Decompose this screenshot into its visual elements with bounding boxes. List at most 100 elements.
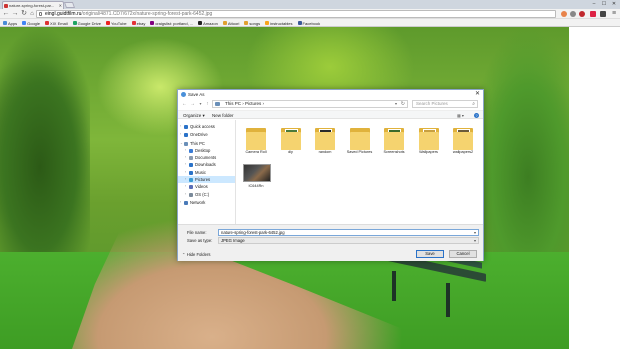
bookmark-item[interactable]: YouTube [105,19,127,27]
dialog-breadcrumb: This PC › Pictures › [225,101,265,106]
address-dropdown-icon[interactable]: ▾ [395,101,397,107]
new-folder-button[interactable]: New folder [212,111,234,120]
back-icon[interactable]: ← [2,10,10,18]
save-type-select[interactable]: JPEG Image ▾ [218,237,479,244]
sidebar-item[interactable]: › Desktop [178,147,235,154]
expand-chevron-icon[interactable]: › [180,123,181,130]
folder-item[interactable]: Saved Pictures [343,124,377,164]
dialog-forward-icon[interactable]: → [189,100,196,108]
folder-item[interactable]: Wallpapers [412,124,446,164]
dialog-back-icon[interactable]: ← [181,100,188,108]
new-tab-button[interactable] [63,2,76,8]
folder-item[interactable]: Screenshots [377,124,411,164]
screen: nature-spring-forest-par... ✕ – ☐ ✕ ← → … [0,0,620,349]
window-close-icon[interactable]: ✕ [610,1,618,7]
cast-icon[interactable] [600,11,606,17]
dialog-close-icon[interactable]: ✕ [475,90,480,99]
photo-bench-leg [446,283,450,317]
bookmark-item[interactable]: Facebook [297,19,320,27]
bookmark-item[interactable]: ebay [131,19,145,27]
expand-chevron-icon[interactable]: › [185,154,186,161]
bookmark-item[interactable]: Apps [3,19,17,27]
expand-chevron-icon[interactable]: ⌄ [180,140,183,147]
expand-chevron-icon[interactable]: › [180,199,181,206]
bookmark-item[interactable]: Amazon [198,19,218,27]
bookmark-item[interactable]: Attoori [222,19,239,27]
chrome-app-icon [181,92,186,97]
view-options-icon[interactable]: ▦ ▾ [457,113,467,118]
save-button[interactable]: Save [416,250,444,258]
window-controls: – ☐ ✕ [590,1,618,7]
up-icon[interactable]: ↑ [204,100,211,108]
expand-chevron-icon[interactable]: › [185,191,186,198]
save-type-label: Save as type: [187,238,213,243]
folder-item[interactable]: diy [274,124,308,164]
dialog-address-bar[interactable]: This PC › Pictures › ▾ ↻ [212,100,408,108]
sidebar-item-label: Pictures [195,177,211,183]
help-icon[interactable]: ? [474,113,479,118]
expand-chevron-icon[interactable]: › [185,176,186,183]
expand-chevron-icon[interactable]: › [185,161,186,168]
extension-icon[interactable] [579,11,585,17]
bookmark-item[interactable]: craigslist: portland, ... [150,19,193,27]
page-info-icon[interactable] [39,12,42,16]
organize-button[interactable]: Organize ▾ [183,111,205,120]
file-item-label: random [318,150,332,154]
sidebar-item[interactable]: › Network [178,199,235,206]
menu-icon[interactable]: ≡ [610,10,618,18]
extension-icon[interactable] [570,11,576,17]
sidebar-item[interactable]: › Videos [178,183,235,190]
bookmark-label: instructables [270,20,293,26]
file-list: Camera Roll diy random Saved Pictures Screen… [237,120,483,224]
bookmark-favicon-icon [131,21,136,25]
browser-tab[interactable]: nature-spring-forest-par... ✕ [2,1,64,9]
folder-item[interactable]: wallpapers2 [446,124,480,164]
expand-chevron-icon[interactable]: › [185,169,186,176]
sidebar-item-label: OS (C:) [195,191,210,197]
bookmark-item[interactable]: instructables [265,19,293,27]
bookmark-label: XIX Email [50,20,68,26]
extension-icon[interactable] [561,11,567,17]
file-name-dropdown-icon[interactable]: ▾ [474,230,476,235]
cancel-button[interactable]: Cancel [449,250,477,258]
bookmark-item[interactable]: XIX Email [45,19,68,27]
sidebar-item[interactable]: › Music [178,169,235,176]
refresh-icon[interactable]: ↻ [401,101,405,107]
file-item[interactable]: IC644Rn [239,158,273,198]
image-thumbnail [243,160,271,184]
sidebar-item-label: Videos [195,184,208,190]
sidebar-item[interactable]: ⌄ This PC [178,140,235,147]
extension-icon[interactable] [590,11,596,17]
home-icon[interactable]: ⌂ [28,10,36,18]
expand-chevron-icon[interactable]: › [185,183,186,190]
sidebar-item[interactable]: › Documents [178,154,235,161]
sidebar-item[interactable]: › OS (C:) [178,191,235,198]
bookmark-item[interactable]: Google Drive [72,19,101,27]
music-icon [189,170,193,175]
hide-folders-toggle[interactable]: ⌃ Hide Folders [182,252,210,257]
sidebar-item[interactable]: › Quick access [178,123,235,130]
expand-chevron-icon[interactable]: › [185,147,186,154]
bookmark-favicon-icon [22,21,27,25]
folder-item[interactable]: random [308,124,342,164]
bookmark-item[interactable]: songs [244,19,260,27]
minimize-icon[interactable]: – [590,1,598,7]
pc-icon [184,141,188,146]
reload-icon[interactable]: ↻ [20,10,28,18]
dialog-search-input[interactable]: Search Pictures ⌕ [412,100,478,108]
recent-locations-icon[interactable]: ▾ [197,100,204,108]
sidebar-item-label: Downloads [195,162,216,168]
maximize-icon[interactable]: ☐ [600,1,608,7]
tab-favicon-icon [4,4,8,8]
file-name-field[interactable]: nature-spring-forest-park-6452.jpg ▾ [218,229,479,236]
bookmark-item[interactable]: Google [22,19,40,27]
address-bar[interactable]: eingl.guidtfilm.ru/original/4871.CD7/672… [36,10,556,18]
tab-close-icon[interactable]: ✕ [59,2,62,9]
sidebar-item[interactable]: › Pictures [178,176,235,184]
expand-chevron-icon[interactable]: › [180,131,181,138]
sidebar-item[interactable]: › OneDrive [178,131,235,138]
forward-icon[interactable]: → [11,10,19,18]
bookmark-favicon-icon [198,21,203,25]
bookmark-favicon-icon [222,21,227,25]
sidebar-item[interactable]: › Downloads [178,161,235,168]
